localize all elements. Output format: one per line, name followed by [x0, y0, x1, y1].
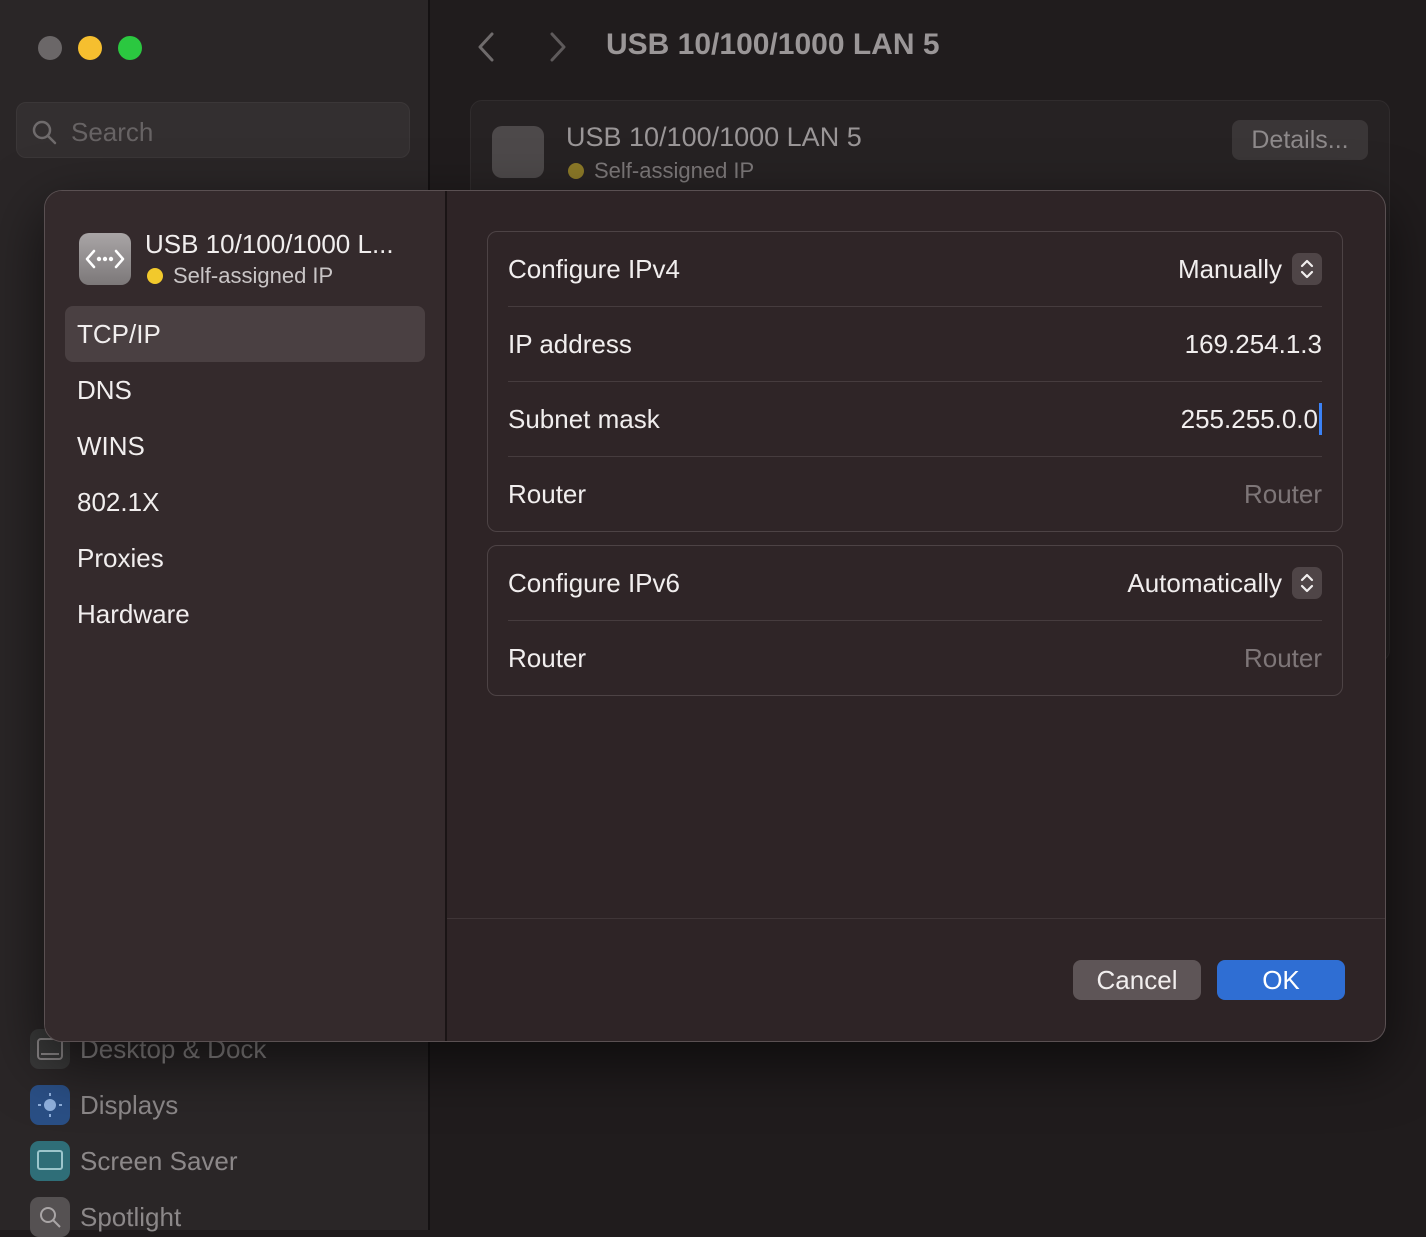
- chevron-right-icon: [550, 32, 566, 62]
- subnet-mask-row: Subnet mask 255.255.0.0: [508, 382, 1322, 457]
- interface-card-status: Self-assigned IP: [568, 158, 754, 184]
- subnet-mask-container: 255.255.0.0: [1181, 403, 1322, 435]
- tab-proxies[interactable]: Proxies: [65, 530, 425, 586]
- sheet-main: Configure IPv4 Manually IP address 169.2…: [447, 191, 1385, 1041]
- ipv6-router-value: Router: [1243, 642, 1322, 673]
- sun-icon: [30, 1085, 70, 1125]
- ipv6-router-row: Router Router: [508, 621, 1322, 695]
- search-icon: [32, 120, 57, 145]
- ipv4-router-label: Router: [508, 478, 587, 509]
- tab-tcpip[interactable]: TCP/IP: [65, 306, 425, 362]
- sidebar-item-label: Spotlight: [80, 1201, 182, 1232]
- close-window-button[interactable]: [38, 36, 62, 60]
- ip-address-label: IP address: [508, 328, 632, 359]
- magnifier-icon: [30, 1197, 70, 1237]
- ipv6-group: Configure IPv6 Automatically Router Rout…: [487, 545, 1343, 696]
- configure-ipv6-value: Automatically: [1127, 567, 1282, 598]
- interface-card-title: USB 10/100/1000 LAN 5: [566, 122, 862, 152]
- configure-ipv4-row: Configure IPv4 Manually: [508, 232, 1322, 307]
- minimize-window-button[interactable]: [78, 36, 102, 60]
- screensaver-icon: [30, 1141, 70, 1181]
- configure-ipv6-row: Configure IPv6 Automatically: [508, 546, 1322, 621]
- ipv4-router-field[interactable]: [1022, 478, 1322, 510]
- status-dot-icon: [568, 163, 584, 179]
- tab-wins[interactable]: WINS: [65, 418, 425, 474]
- text-cursor: [1319, 403, 1322, 435]
- ip-address-row: IP address 169.254.1.3: [508, 307, 1322, 382]
- ethernet-icon: [79, 233, 131, 285]
- back-button[interactable]: [472, 30, 506, 64]
- ipv6-router-label: Router: [508, 642, 587, 673]
- interface-status-text: Self-assigned IP: [173, 263, 334, 288]
- up-down-chevron-icon: [1292, 567, 1322, 599]
- subnet-mask-label: Subnet mask: [508, 403, 660, 434]
- network-interface-icon: [492, 126, 544, 178]
- sheet-nav: TCP/IP DNS WINS 802.1X Proxies Hardware: [65, 306, 425, 642]
- chevron-left-icon: [478, 32, 494, 62]
- search-input[interactable]: [69, 113, 393, 151]
- ipv4-router-row: Router: [508, 457, 1322, 531]
- cancel-button[interactable]: Cancel: [1073, 960, 1201, 1000]
- configure-ipv6-label: Configure IPv6: [508, 567, 680, 598]
- footer-divider: [447, 918, 1385, 919]
- tab-dns[interactable]: DNS: [65, 362, 425, 418]
- ip-address-field[interactable]: 169.254.1.3: [1185, 329, 1322, 360]
- details-button[interactable]: Details...: [1232, 120, 1368, 160]
- configure-ipv4-label: Configure IPv4: [508, 253, 680, 284]
- window-title: USB 10/100/1000 LAN 5: [606, 28, 940, 61]
- interface-card-status-text: Self-assigned IP: [594, 158, 755, 183]
- status-dot-icon: [147, 268, 163, 284]
- sidebar-item-label: Displays: [80, 1089, 179, 1120]
- interface-status: Self-assigned IP: [147, 263, 333, 289]
- sheet-sidebar: USB 10/100/1000 L... Self-assigned IP TC…: [45, 191, 447, 1041]
- configure-ipv6-select[interactable]: Automatically: [1127, 567, 1322, 599]
- ipv4-group: Configure IPv4 Manually IP address 169.2…: [487, 231, 1343, 532]
- tab-hardware[interactable]: Hardware: [65, 586, 425, 642]
- interface-name: USB 10/100/1000 L...: [145, 229, 394, 259]
- sidebar-item-label: Screen Saver: [80, 1145, 238, 1176]
- search-field[interactable]: [16, 102, 410, 158]
- sidebar-item-spotlight[interactable]: Spotlight: [30, 1197, 181, 1237]
- tab-8021x[interactable]: 802.1X: [65, 474, 425, 530]
- tcpip-settings-sheet: USB 10/100/1000 L... Self-assigned IP TC…: [44, 190, 1386, 1042]
- zoom-window-button[interactable]: [118, 36, 142, 60]
- configure-ipv4-select[interactable]: Manually: [1178, 253, 1322, 285]
- ok-button[interactable]: OK: [1217, 960, 1345, 1000]
- sidebar-item-displays[interactable]: Displays: [30, 1085, 178, 1125]
- configure-ipv4-value: Manually: [1177, 253, 1282, 284]
- sidebar-item-screen-saver[interactable]: Screen Saver: [30, 1141, 238, 1181]
- forward-button[interactable]: [542, 30, 576, 64]
- up-down-chevron-icon: [1292, 253, 1322, 285]
- subnet-mask-field[interactable]: 255.255.0.0: [1181, 404, 1318, 435]
